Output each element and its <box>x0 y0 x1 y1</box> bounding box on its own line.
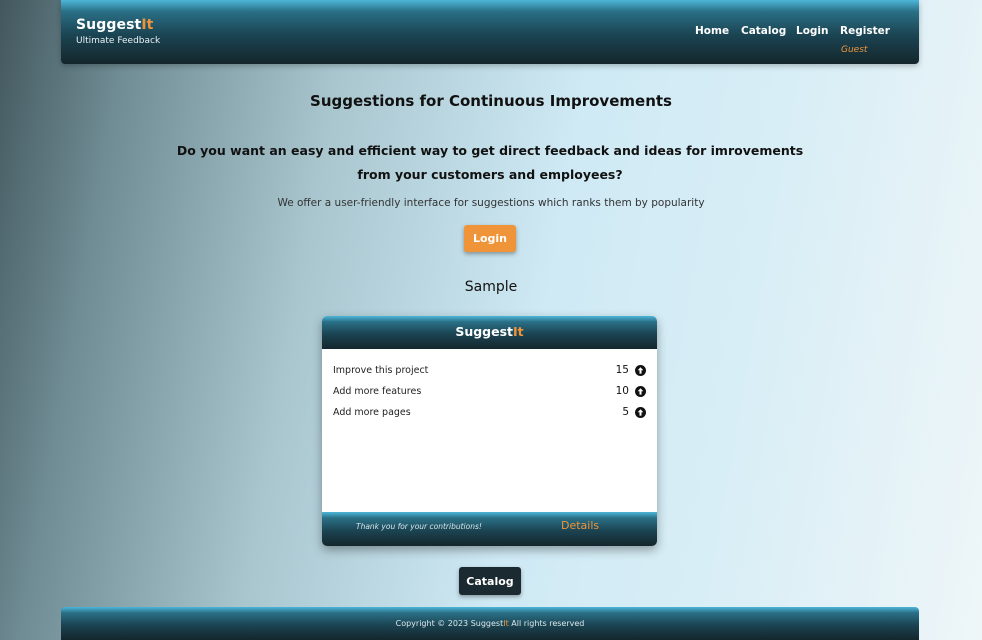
sample-card-brand-accent: It <box>513 324 524 339</box>
sample-card-header: SuggestIt <box>322 316 657 349</box>
vote-count: 10 <box>615 385 629 397</box>
suggestion-label: Add more pages <box>333 407 411 418</box>
site-header: SuggestIt Ultimate Feedback Home Catalog… <box>61 0 919 64</box>
arrow-up-circle-icon[interactable] <box>635 386 646 397</box>
arrow-up-circle-icon[interactable] <box>635 407 646 418</box>
site-footer: Copyright © 2023 SuggestIt All rights re… <box>61 607 919 640</box>
list-item: Add more pages 5 <box>333 406 646 420</box>
sample-card-brand: Suggest <box>455 324 514 339</box>
vote-count: 15 <box>615 364 629 376</box>
brand-logo[interactable]: SuggestIt <box>76 17 153 33</box>
sample-card: SuggestIt Improve this project 15 Add mo… <box>322 316 657 546</box>
catalog-button[interactable]: Catalog <box>459 567 521 595</box>
thanks-note: Thank you for your contributions! <box>356 522 482 531</box>
brand-tagline: Ultimate Feedback <box>76 36 161 46</box>
intro-description: We offer a user-friendly interface for s… <box>277 197 705 209</box>
details-link[interactable]: Details <box>561 519 599 532</box>
nav-register-link[interactable]: Register <box>840 25 890 37</box>
suggestion-label: Improve this project <box>333 365 429 376</box>
brand-name-accent: It <box>141 17 154 33</box>
sample-heading: Sample <box>464 279 518 295</box>
list-item: Add more features 10 <box>333 385 646 399</box>
copyright-suffix: All rights reserved <box>508 619 585 628</box>
vote-count: 5 <box>622 406 629 418</box>
nav-login-link[interactable]: Login <box>796 25 829 37</box>
nav-home-link[interactable]: Home <box>695 25 729 37</box>
suggestion-label: Add more features <box>333 386 422 397</box>
copyright-text: Copyright © 2023 SuggestIt All rights re… <box>61 619 919 628</box>
nav-catalog-link[interactable]: Catalog <box>741 25 786 37</box>
user-status-label: Guest <box>841 45 868 55</box>
arrow-up-circle-icon[interactable] <box>635 365 646 376</box>
brand-name: Suggest <box>76 17 142 33</box>
page-title: Suggestions for Continuous Improvements <box>310 92 672 110</box>
intro-question: Do you want an easy and efficient way to… <box>176 143 804 182</box>
copyright-prefix: Copyright © 2023 Suggest <box>395 619 504 628</box>
login-button[interactable]: Login <box>464 225 516 252</box>
sample-card-footer: Thank you for your contributions! Detail… <box>322 512 657 546</box>
list-item: Improve this project 15 <box>333 364 646 378</box>
